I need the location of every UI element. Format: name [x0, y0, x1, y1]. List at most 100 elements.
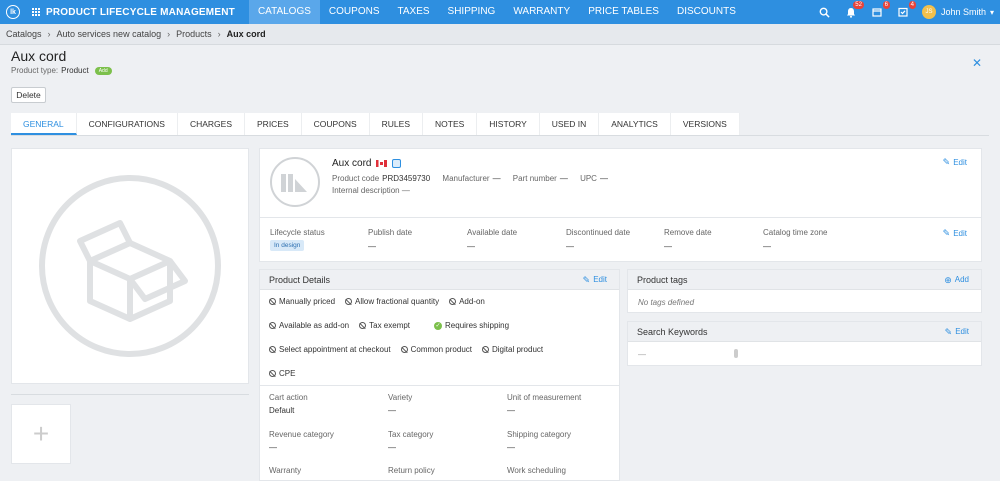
- nav-warranty[interactable]: WARRANTY: [504, 0, 579, 24]
- pencil-icon: ✎: [942, 157, 951, 167]
- nav-coupons[interactable]: COUPONS: [320, 0, 389, 24]
- add-image-button[interactable]: +: [11, 404, 71, 464]
- canada-flag-icon: [376, 160, 388, 167]
- keywords-value: —: [638, 350, 646, 359]
- discontinued-date-label: Discontinued date: [566, 228, 631, 237]
- user-name[interactable]: John Smith: [941, 7, 986, 17]
- top-nav: lk PRODUCT LIFECYCLE MANAGEMENT CATALOGS…: [0, 0, 1000, 24]
- tab-prices[interactable]: PRICES: [245, 113, 302, 135]
- keywords-edit-link[interactable]: ✎ Edit: [945, 322, 969, 342]
- publish-date: Publish date —: [368, 228, 412, 251]
- disabled-icon: [449, 298, 457, 305]
- flag-manually-priced: Manually priced: [269, 297, 335, 306]
- tasks-icon[interactable]: 4: [896, 1, 916, 19]
- app-logo-icon[interactable]: lk: [6, 5, 20, 19]
- available-date-label: Available date: [467, 228, 518, 237]
- disabled-icon: [269, 298, 276, 305]
- tab-used-in[interactable]: USED IN: [540, 113, 600, 135]
- attr-value: —: [269, 443, 277, 452]
- calendar-icon[interactable]: 6: [870, 1, 890, 19]
- breadcrumb-products[interactable]: Products: [176, 29, 212, 39]
- remove-date-value: —: [664, 242, 672, 251]
- disabled-icon: [269, 346, 276, 353]
- flag-allow-fractional: Allow fractional quantity: [345, 297, 439, 306]
- add-pill[interactable]: Add: [94, 66, 112, 75]
- product-details-header: Product Details ✎ Edit: [260, 270, 619, 290]
- tab-configurations[interactable]: CONFIGURATIONS: [77, 113, 178, 135]
- attr-value: —: [507, 443, 515, 452]
- tab-history[interactable]: HISTORY: [477, 113, 540, 135]
- nav-taxes[interactable]: TAXES: [388, 0, 438, 24]
- attr-unit-of-measurement: Unit of measurement —: [507, 393, 581, 415]
- manufacturer-label: Manufacturer: [442, 174, 490, 183]
- chevron-right-icon: ›: [217, 29, 221, 39]
- disabled-icon: [269, 322, 276, 329]
- close-icon[interactable]: ✕: [972, 56, 982, 70]
- resize-handle[interactable]: [734, 349, 738, 358]
- disabled-icon: [359, 322, 367, 329]
- flag-label: Add-on: [459, 297, 485, 306]
- calendar-badge: 6: [882, 1, 890, 9]
- tab-coupons[interactable]: COUPONS: [302, 113, 370, 135]
- tab-charges[interactable]: CHARGES: [178, 113, 246, 135]
- delete-button[interactable]: Delete: [11, 87, 46, 103]
- tab-general[interactable]: GENERAL: [11, 113, 77, 135]
- chevron-down-icon[interactable]: ▾: [990, 8, 994, 17]
- flag-tax-exempt: Tax exempt: [359, 321, 410, 330]
- breadcrumb-catalogs[interactable]: Catalogs: [6, 29, 42, 39]
- tab-notes[interactable]: NOTES: [423, 113, 478, 135]
- available-date: Available date —: [467, 228, 517, 251]
- keywords-edit-label: Edit: [955, 327, 969, 336]
- product-image-placeholder[interactable]: [11, 148, 249, 384]
- flags-row-3: Select appointment at checkout Common pr…: [269, 345, 553, 354]
- publish-date-label: Publish date: [368, 228, 413, 237]
- nav-shipping[interactable]: SHIPPING: [439, 0, 505, 24]
- disabled-icon: [481, 346, 489, 353]
- flag-label: Digital product: [491, 345, 544, 354]
- page-title: Aux cord: [11, 48, 67, 64]
- flags-row-1: Manually priced Allow fractional quantit…: [269, 297, 495, 306]
- tasks-badge: 4: [908, 1, 916, 9]
- nav-catalogs[interactable]: CATALOGS: [248, 0, 320, 24]
- nav-discounts[interactable]: DISCOUNTS: [668, 0, 745, 24]
- apps-grid-icon[interactable]: [32, 7, 41, 17]
- bell-icon[interactable]: 52: [844, 1, 864, 19]
- flag-label: Tax exempt: [369, 321, 411, 330]
- image-divider: [11, 394, 249, 395]
- disabled-icon: [269, 370, 276, 377]
- flag-cpe: CPE: [269, 369, 295, 378]
- product-code-label: Product code: [332, 174, 380, 183]
- attr-label: Shipping category: [507, 430, 572, 439]
- breadcrumb-catalog[interactable]: Auto services new catalog: [57, 29, 162, 39]
- details-edit-link[interactable]: ✎ Edit: [583, 270, 607, 290]
- search-keywords-header: Search Keywords ✎ Edit: [628, 322, 981, 342]
- flag-label: Requires shipping: [445, 321, 510, 330]
- app-title[interactable]: PRODUCT LIFECYCLE MANAGEMENT: [46, 7, 235, 18]
- part-number-label: Part number: [512, 174, 557, 183]
- product-avatar: [270, 157, 320, 207]
- attr-label: Return policy: [388, 466, 435, 475]
- user-avatar[interactable]: JS: [921, 5, 936, 19]
- product-details-panel: Product Details ✎ Edit Manually priced A…: [259, 269, 620, 481]
- disabled-icon: [345, 298, 353, 305]
- flags-row-4: CPE: [269, 369, 305, 378]
- lifecycle-edit-label: Edit: [953, 229, 967, 238]
- lifecycle-edit-link[interactable]: ✎ Edit: [943, 228, 967, 239]
- nav-price-tables[interactable]: PRICE TABLES: [579, 0, 668, 24]
- chevron-right-icon: ›: [47, 29, 51, 39]
- flag-label: Common product: [410, 345, 472, 354]
- catalog-time-zone: Catalog time zone —: [763, 228, 827, 251]
- copy-icon[interactable]: [392, 159, 402, 168]
- manufacturer-value: —: [492, 174, 501, 183]
- search-icon[interactable]: [818, 5, 832, 19]
- summary-edit-link[interactable]: ✎ Edit: [943, 157, 967, 168]
- tab-rules[interactable]: RULES: [370, 113, 423, 135]
- disabled-icon: [400, 346, 408, 353]
- tab-versions[interactable]: VERSIONS: [671, 113, 740, 135]
- chevron-right-icon: ›: [167, 29, 171, 39]
- attr-value: —: [388, 443, 396, 452]
- add-tag-link[interactable]: ⊕ Add: [944, 270, 969, 290]
- tab-analytics[interactable]: ANALYTICS: [599, 113, 671, 135]
- internal-description-label: Internal description: [332, 186, 400, 195]
- plus-circle-icon: ⊕: [944, 275, 952, 285]
